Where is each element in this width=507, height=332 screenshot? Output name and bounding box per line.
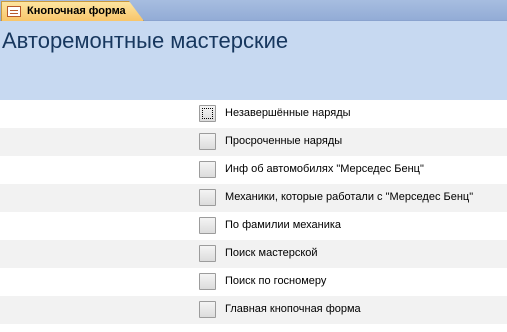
page-title: Авторемонтные мастерские <box>2 28 289 53</box>
mechanic-surname-label[interactable]: По фамилии механика <box>225 219 341 231</box>
overdue-orders-button[interactable] <box>199 133 216 150</box>
mercedes-mechanics-label[interactable]: Механики, которые работали с "Мерседес Б… <box>225 191 473 203</box>
switchboard-items: Незавершённые наряды Просроченные наряды… <box>0 100 507 324</box>
plate-search-label[interactable]: Поиск по госномеру <box>225 275 326 287</box>
plate-search-button[interactable] <box>199 273 216 290</box>
workshop-search-label[interactable]: Поиск мастерской <box>225 247 318 259</box>
form-header: Авторемонтные мастерские <box>0 21 507 100</box>
mercedes-info-button[interactable] <box>199 161 216 178</box>
switchboard-row-mechanic-surname: По фамилии механика <box>0 212 507 240</box>
switchboard-row-mercedes-mechanics: Механики, которые работали с "Мерседес Б… <box>0 184 507 212</box>
main-switchboard-button[interactable] <box>199 301 216 318</box>
incomplete-orders-label[interactable]: Незавершённые наряды <box>225 107 351 119</box>
document-tab-strip: Кнопочная форма <box>0 0 507 21</box>
tab-label: Кнопочная форма <box>27 5 126 17</box>
overdue-orders-label[interactable]: Просроченные наряды <box>225 135 342 147</box>
switchboard-row-incomplete-orders: Незавершённые наряды <box>0 100 507 128</box>
mercedes-info-label[interactable]: Инф об автомобилях "Мерседес Бенц" <box>225 163 424 175</box>
main-switchboard-label[interactable]: Главная кнопочная форма <box>225 303 361 315</box>
form-icon <box>7 6 21 17</box>
incomplete-orders-button[interactable] <box>199 105 216 122</box>
switchboard-row-plate-search: Поиск по госномеру <box>0 268 507 296</box>
mercedes-mechanics-button[interactable] <box>199 189 216 206</box>
switchboard-row-workshop-search: Поиск мастерской <box>0 240 507 268</box>
tab-switchboard-form[interactable]: Кнопочная форма <box>1 1 144 21</box>
switchboard-row-overdue-orders: Просроченные наряды <box>0 128 507 156</box>
mechanic-surname-button[interactable] <box>199 217 216 234</box>
workshop-search-button[interactable] <box>199 245 216 262</box>
switchboard-row-main-form: Главная кнопочная форма <box>0 296 507 324</box>
switchboard-row-mercedes-info: Инф об автомобилях "Мерседес Бенц" <box>0 156 507 184</box>
